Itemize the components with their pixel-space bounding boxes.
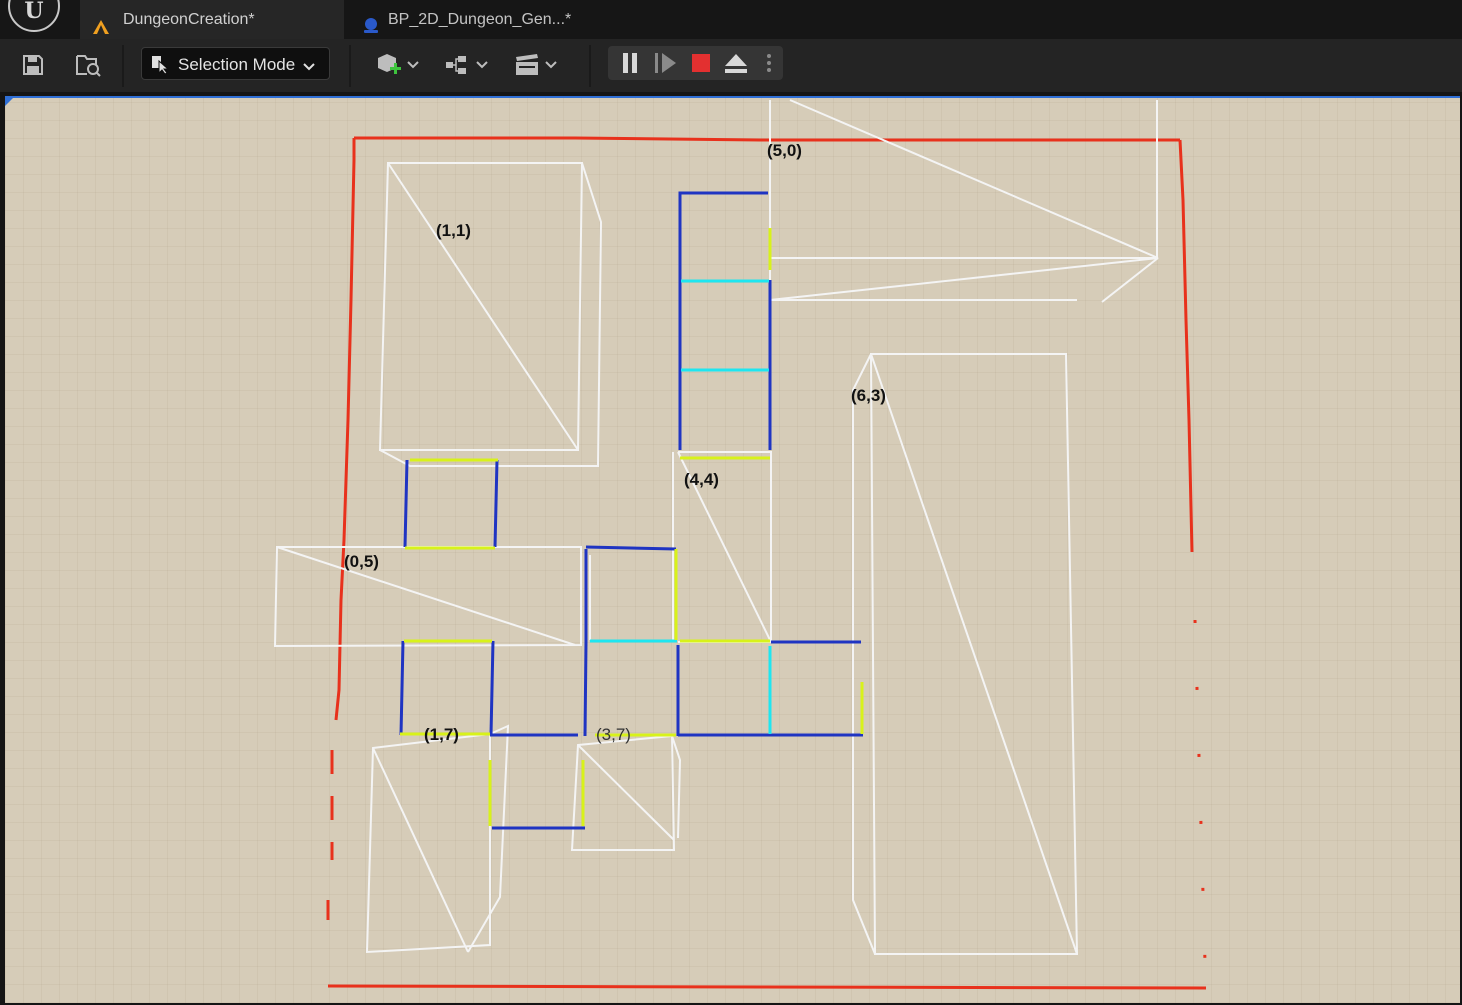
- step-icon: [655, 53, 676, 73]
- blueprint-graph-icon: [446, 56, 488, 74]
- eject-icon: [725, 54, 747, 73]
- stop-icon: [692, 54, 710, 72]
- level-viewport[interactable]: (1,1) (5,0) (4,4) (6,3) (0,5) (1,7) (3,7…: [5, 96, 1460, 1003]
- play-controls: [608, 46, 783, 80]
- toolbar-separator: [122, 45, 124, 87]
- toolbar-separator: [349, 45, 351, 87]
- eject-button[interactable]: [723, 52, 749, 74]
- add-actor-icon: [378, 54, 419, 74]
- unreal-logo-icon[interactable]: U: [8, 0, 60, 32]
- room-label: (4,4): [684, 470, 719, 489]
- tab-dungeon-creation[interactable]: DungeonCreation*: [80, 0, 344, 39]
- room-label: (6,3): [851, 386, 886, 405]
- tab-blueprint-dungeon-gen[interactable]: BP_2D_Dungeon_Gen...*: [350, 0, 610, 39]
- pause-icon: [623, 53, 637, 73]
- chevron-down-icon: [303, 58, 315, 76]
- more-options-button[interactable]: [761, 52, 777, 74]
- selection-mode-dropdown[interactable]: Selection Mode: [141, 47, 330, 80]
- toolbar-separator: [589, 45, 591, 87]
- add-actor-button[interactable]: [374, 49, 422, 81]
- dungeon-debug-drawing: (1,1) (5,0) (4,4) (6,3) (0,5) (1,7) (3,7…: [273, 99, 1207, 990]
- tab-bar: U DungeonCreation* BP_2D_Dungeon_Gen...*: [0, 0, 1462, 39]
- room-labels: (1,1) (5,0) (4,4) (6,3) (0,5) (1,7) (3,7…: [344, 141, 886, 744]
- cinematics-clapper-icon: [516, 54, 557, 75]
- room-outlines: [273, 99, 1159, 955]
- blueprint-menu-button[interactable]: [443, 49, 491, 81]
- room-label: (1,1): [436, 221, 471, 240]
- stop-button[interactable]: [689, 52, 713, 74]
- main-toolbar: Selection Mode: [0, 39, 1462, 92]
- save-button[interactable]: [18, 49, 48, 81]
- cinematics-button[interactable]: [512, 49, 560, 81]
- tab-label: BP_2D_Dungeon_Gen...*: [388, 11, 572, 28]
- room-label: (1,7): [424, 725, 459, 744]
- content-browser-icon: [76, 55, 101, 77]
- content-browser-button[interactable]: [72, 49, 104, 81]
- room-label: (5,0): [767, 141, 802, 160]
- room-label: (0,5): [344, 552, 379, 571]
- more-options-icon: [767, 54, 771, 72]
- room-label: (3,7): [596, 725, 631, 744]
- step-button[interactable]: [653, 52, 679, 74]
- pause-button[interactable]: [618, 52, 642, 74]
- cursor-select-icon: [150, 54, 170, 79]
- tab-label: DungeonCreation*: [123, 11, 255, 28]
- save-icon: [23, 55, 43, 75]
- selection-mode-label: Selection Mode: [178, 55, 296, 74]
